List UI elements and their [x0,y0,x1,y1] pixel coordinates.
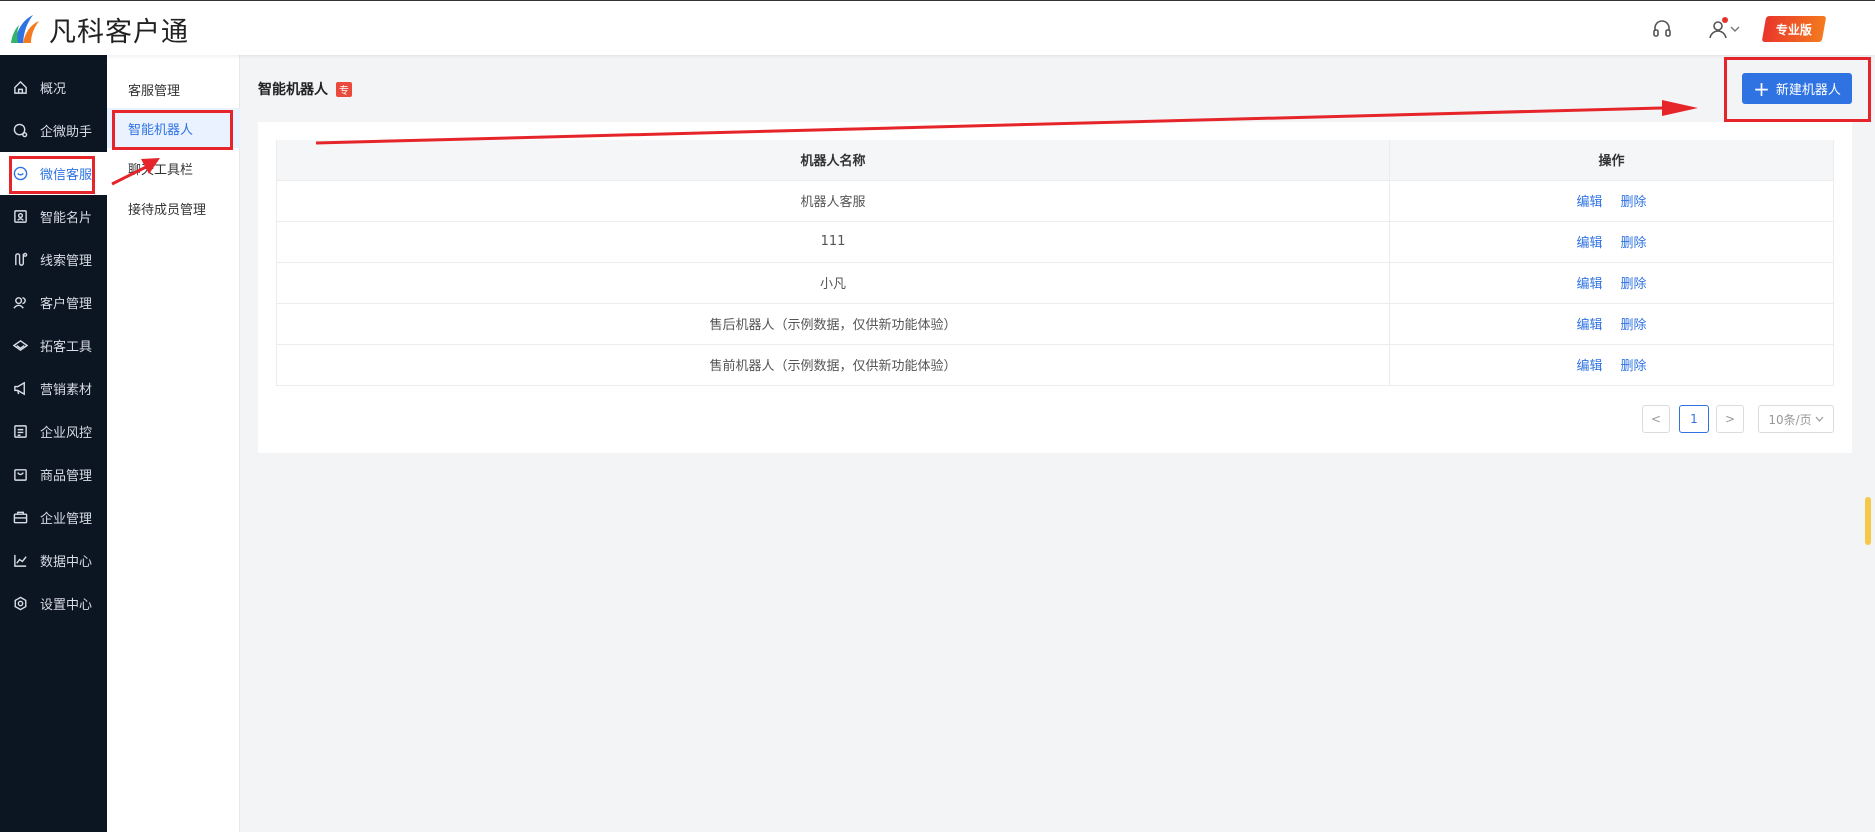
sidebar-item-overview[interactable]: 概况 [0,66,107,109]
page-1-button[interactable]: 1 [1679,405,1709,433]
annotation-box-smart-robot [112,110,233,150]
customers-icon [12,295,28,311]
table-row: 机器人客服 编辑 删除 [276,180,1834,222]
megaphone-icon [12,381,28,397]
annotation-box-new-robot [1724,57,1871,122]
edit-link[interactable]: 编辑 [1576,277,1602,292]
delete-link[interactable]: 删除 [1621,318,1647,333]
robot-name-cell: 售后机器人（示例数据，仅供新功能体验） [276,303,1390,345]
edit-link[interactable]: 编辑 [1576,195,1602,210]
risk-icon [12,424,28,440]
delete-link[interactable]: 删除 [1621,236,1647,251]
bag-icon [12,467,28,483]
scrollbar-handle[interactable] [1865,497,1871,545]
annotation-box-wechat-service [9,156,95,194]
table-row: 售后机器人（示例数据，仅供新功能体验） 编辑 删除 [276,303,1834,345]
delete-link[interactable]: 删除 [1621,277,1647,292]
sidebar-item-acquisition-tools[interactable]: 拓客工具 [0,324,107,367]
headset-icon[interactable] [1650,17,1674,41]
chart-icon [12,553,28,569]
column-header-robot-name: 机器人名称 [276,140,1390,181]
sidebar-item-data-center[interactable]: 数据中心 [0,539,107,582]
robot-name-cell: 售前机器人（示例数据，仅供新功能体验） [276,344,1390,386]
robot-name-cell: 机器人客服 [276,180,1390,222]
table-header-row: 机器人名称 操作 [276,140,1834,181]
chevron-right-icon: > [1724,412,1736,426]
actions-cell: 编辑 删除 [1389,344,1834,386]
robot-name-cell: 小凡 [276,262,1390,304]
robot-list-card: 机器人名称 操作 机器人客服 编辑删除 111 编辑删除 小凡 编辑删除 [258,122,1852,453]
logo-text: 凡科客户通 [49,16,189,48]
actions-cell: 编辑 删除 [1389,180,1834,222]
sidebar-item-settings-center[interactable]: 设置中心 [0,582,107,625]
actions-cell: 编辑 删除 [1389,262,1834,304]
settings-icon [12,596,28,612]
edit-link[interactable]: 编辑 [1576,236,1602,251]
card-icon [12,209,28,225]
page-size-select[interactable]: 10条/页 [1758,405,1834,433]
sidebar-item-marketing-materials[interactable]: 营销素材 [0,367,107,410]
chevron-down-icon[interactable] [1728,17,1742,41]
sub-sidebar: 客服管理 智能机器人 聊天工具栏 接待成员管理 [107,55,240,832]
top-bar: 凡科客户通 专业版 [0,0,1875,55]
actions-cell: 编辑 删除 [1389,303,1834,345]
logo-icon [11,15,39,43]
sidebar-item-smart-card[interactable]: 智能名片 [0,195,107,238]
chevron-left-icon: < [1650,412,1662,426]
edit-link[interactable]: 编辑 [1576,318,1602,333]
subnav-item-chat-toolbar[interactable]: 聊天工具栏 [107,148,240,188]
edit-link[interactable]: 编辑 [1576,359,1602,374]
table-row: 售前机器人（示例数据，仅供新功能体验） 编辑 删除 [276,344,1834,386]
subnav-item-reception-members[interactable]: 接待成员管理 [107,188,240,228]
next-page-button[interactable]: > [1716,405,1744,433]
home-icon [12,80,28,96]
pro-version-badge[interactable]: 专业版 [1761,16,1827,42]
tools-icon [12,338,28,354]
subnav-item-service-management[interactable]: 客服管理 [107,69,240,109]
robot-name-cell: 111 [276,221,1390,263]
sidebar-item-product-management[interactable]: 商品管理 [0,453,107,496]
logo[interactable]: 凡科客户通 [9,11,189,48]
delete-link[interactable]: 删除 [1621,359,1647,374]
prev-page-button[interactable]: < [1642,405,1670,433]
sidebar-item-clue-management[interactable]: 线索管理 [0,238,107,281]
actions-cell: 编辑 删除 [1389,221,1834,263]
pro-feature-badge: 专 [336,81,352,97]
page-title: 智能机器人 专 [258,79,352,99]
user-icon[interactable] [1706,17,1730,41]
chevron-down-icon [1815,416,1824,422]
delete-link[interactable]: 删除 [1621,195,1647,210]
sidebar-item-wecom-assistant[interactable]: 企微助手 [0,109,107,152]
clue-icon [12,252,28,268]
sidebar-item-risk-control[interactable]: 企业风控 [0,410,107,453]
sidebar-item-customer-management[interactable]: 客户管理 [0,281,107,324]
table-row: 111 编辑 删除 [276,221,1834,263]
table-row: 小凡 编辑 删除 [276,262,1834,304]
robot-table: 机器人名称 操作 机器人客服 编辑删除 111 编辑删除 小凡 编辑删除 [276,140,1834,386]
column-header-actions: 操作 [1389,140,1834,181]
sidebar-item-enterprise-management[interactable]: 企业管理 [0,496,107,539]
chat-icon [12,123,28,139]
briefcase-icon [12,510,28,526]
